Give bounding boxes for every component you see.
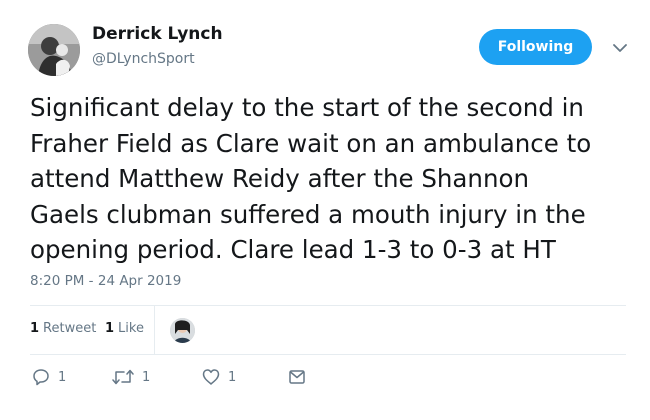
direct-message-button[interactable] bbox=[288, 368, 306, 386]
retweet-stat-label: Retweet bbox=[43, 321, 97, 336]
reply-button[interactable]: 1 bbox=[32, 368, 66, 386]
tweet-stats: 1 Retweet 1 Like bbox=[30, 306, 626, 354]
heart-icon bbox=[202, 369, 220, 385]
reply-count: 1 bbox=[58, 369, 67, 385]
tweet-text: Significant delay to the start of the se… bbox=[30, 93, 592, 264]
retweet-icon bbox=[112, 369, 134, 385]
retweet-button[interactable]: 1 bbox=[112, 368, 150, 386]
tweet-timestamp[interactable]: 8:20 PM - 24 Apr 2019 bbox=[30, 273, 181, 289]
envelope-icon bbox=[289, 370, 305, 384]
like-stat[interactable]: 1 Like bbox=[105, 321, 144, 336]
stats-separator bbox=[154, 306, 155, 354]
following-button[interactable]: Following bbox=[479, 29, 592, 65]
like-count: 1 bbox=[228, 369, 237, 385]
retweet-count: 1 bbox=[142, 369, 151, 385]
like-stat-label: Like bbox=[118, 321, 144, 336]
author-avatar[interactable] bbox=[28, 24, 80, 76]
like-button[interactable]: 1 bbox=[202, 368, 236, 386]
retweet-stat-count: 1 bbox=[30, 321, 40, 336]
retweet-stat[interactable]: 1 Retweet bbox=[30, 321, 96, 336]
liker-avatar[interactable] bbox=[170, 318, 195, 343]
tweet-actions: 1 1 1 bbox=[30, 362, 626, 398]
author-handle[interactable]: @DLynchSport bbox=[92, 51, 195, 67]
like-stat-count: 1 bbox=[105, 321, 115, 336]
avatar-photo bbox=[28, 24, 80, 76]
chevron-down-icon[interactable] bbox=[610, 38, 630, 58]
reply-icon bbox=[33, 369, 49, 386]
divider bbox=[30, 354, 626, 355]
author-name[interactable]: Derrick Lynch bbox=[92, 24, 223, 44]
